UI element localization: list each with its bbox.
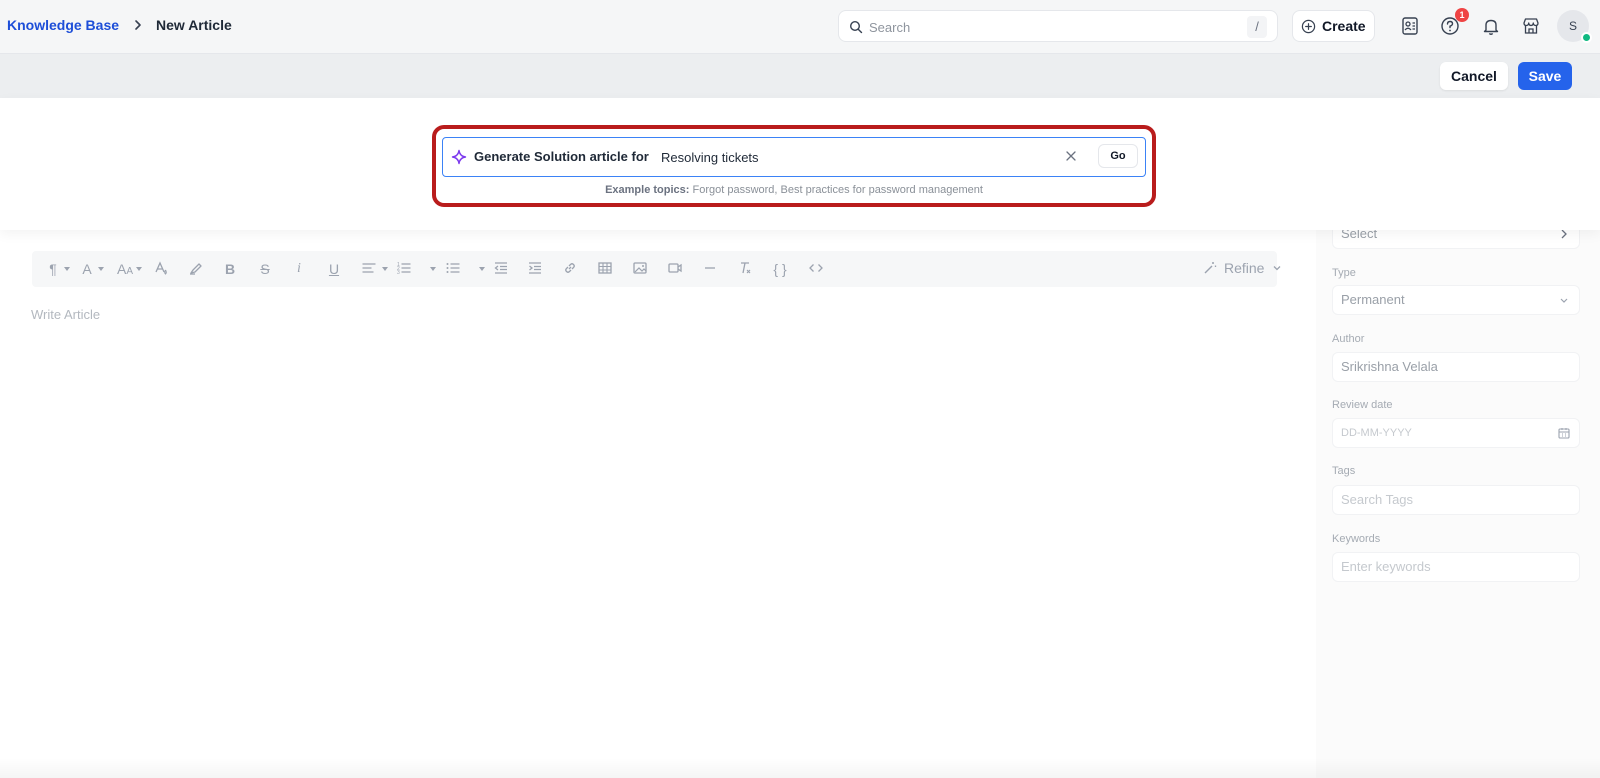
action-bar bbox=[0, 54, 1600, 98]
chevron-down-icon bbox=[64, 267, 70, 271]
strikethrough-icon[interactable]: S bbox=[256, 260, 274, 278]
go-button[interactable]: Go bbox=[1098, 144, 1138, 168]
refine-button[interactable]: Refine bbox=[1202, 260, 1288, 276]
presence-indicator bbox=[1581, 32, 1592, 43]
help-notification-badge: 1 bbox=[1455, 8, 1469, 22]
font-color-icon[interactable]: A bbox=[78, 260, 96, 278]
code-icon[interactable] bbox=[807, 260, 825, 278]
top-header: Knowledge Base New Article / Create 1 S bbox=[0, 0, 1600, 54]
font-size-icon[interactable]: AA bbox=[114, 260, 136, 278]
keywords-label: Keywords bbox=[1332, 533, 1381, 545]
align-icon[interactable] bbox=[360, 260, 378, 278]
image-icon[interactable] bbox=[631, 260, 649, 278]
calendar-icon[interactable] bbox=[1557, 426, 1571, 440]
link-icon[interactable] bbox=[561, 260, 579, 278]
outdent-icon[interactable] bbox=[492, 260, 510, 278]
example-topics-text: Forgot password, Best practices for pass… bbox=[692, 184, 983, 196]
ai-generator-box: Generate Solution article for Go bbox=[442, 137, 1146, 177]
chevron-down-icon bbox=[1274, 266, 1281, 271]
tags-label: Tags bbox=[1332, 465, 1356, 477]
contact-card-icon[interactable] bbox=[1399, 15, 1421, 37]
author-field[interactable]: Srikrishna Velala bbox=[1332, 352, 1580, 382]
horizontal-rule-icon[interactable] bbox=[701, 260, 719, 278]
svg-text:3: 3 bbox=[397, 270, 400, 276]
type-label: Type bbox=[1332, 267, 1356, 279]
table-icon[interactable] bbox=[596, 260, 614, 278]
breadcrumb-new-article: New Article bbox=[156, 17, 232, 33]
store-icon[interactable] bbox=[1520, 15, 1542, 37]
bold-icon[interactable]: B bbox=[221, 260, 239, 278]
bell-icon[interactable] bbox=[1480, 15, 1502, 37]
author-label: Author bbox=[1332, 333, 1365, 345]
article-body-editor[interactable]: Write Article bbox=[31, 307, 100, 322]
review-date-placeholder: DD-MM-YYYY bbox=[1341, 427, 1412, 439]
magic-wand-icon bbox=[1204, 262, 1217, 274]
close-icon[interactable] bbox=[1063, 148, 1079, 164]
create-button-label: Create bbox=[1322, 18, 1366, 34]
plus-circle-icon bbox=[1301, 19, 1316, 33]
editor-toolbar: ¶ A AA B S i U 123 { } Refine bbox=[32, 251, 1281, 287]
chevron-down-icon bbox=[382, 267, 388, 271]
example-topics: Example topics: Forgot password, Best pr… bbox=[442, 184, 1146, 196]
create-button[interactable]: Create bbox=[1292, 10, 1375, 42]
cancel-button[interactable]: Cancel bbox=[1440, 62, 1508, 90]
highlighter-icon[interactable] bbox=[187, 260, 205, 278]
search-icon bbox=[849, 20, 863, 34]
keywords-placeholder: Enter keywords bbox=[1341, 559, 1431, 574]
italic-icon[interactable]: i bbox=[290, 260, 308, 278]
chevron-down-icon bbox=[136, 267, 142, 271]
review-date-field[interactable]: DD-MM-YYYY bbox=[1332, 418, 1580, 448]
topic-input[interactable] bbox=[661, 146, 1031, 168]
bullet-list-icon[interactable] bbox=[444, 260, 462, 278]
video-icon[interactable] bbox=[666, 260, 684, 278]
example-topics-prefix: Example topics: bbox=[605, 184, 690, 196]
tags-placeholder: Search Tags bbox=[1341, 492, 1414, 507]
review-date-label: Review date bbox=[1332, 399, 1393, 411]
author-value: Srikrishna Velala bbox=[1341, 359, 1438, 374]
clear-format-icon[interactable] bbox=[736, 260, 754, 278]
chevron-down-icon bbox=[479, 267, 485, 271]
type-select[interactable]: Permanent bbox=[1332, 285, 1580, 315]
breadcrumb: Knowledge Base New Article bbox=[7, 17, 232, 33]
refine-label: Refine bbox=[1224, 260, 1265, 276]
bottom-shadow bbox=[0, 758, 1600, 778]
search-shortcut-key: / bbox=[1247, 16, 1267, 38]
chevron-right-icon bbox=[135, 20, 141, 30]
tags-field[interactable]: Search Tags bbox=[1332, 485, 1580, 515]
code-block-icon[interactable]: { } bbox=[771, 260, 789, 278]
paragraph-icon[interactable]: ¶ bbox=[44, 260, 62, 278]
save-button[interactable]: Save bbox=[1518, 62, 1572, 90]
numbered-list-icon[interactable]: 123 bbox=[395, 260, 413, 278]
indent-icon[interactable] bbox=[526, 260, 544, 278]
type-select-value: Permanent bbox=[1341, 292, 1405, 307]
breadcrumb-knowledge-base[interactable]: Knowledge Base bbox=[7, 17, 119, 33]
text-color-icon[interactable] bbox=[152, 260, 170, 278]
chevron-down-icon bbox=[98, 267, 104, 271]
keywords-field[interactable]: Enter keywords bbox=[1332, 552, 1580, 582]
global-search[interactable]: / bbox=[838, 10, 1278, 42]
chevron-down-icon bbox=[430, 267, 436, 271]
generator-label: Generate Solution article for bbox=[474, 149, 649, 164]
underline-icon[interactable]: U bbox=[325, 260, 343, 278]
sparkle-icon bbox=[451, 149, 467, 165]
chevron-down-icon bbox=[1560, 298, 1568, 303]
search-input[interactable] bbox=[869, 17, 1229, 37]
